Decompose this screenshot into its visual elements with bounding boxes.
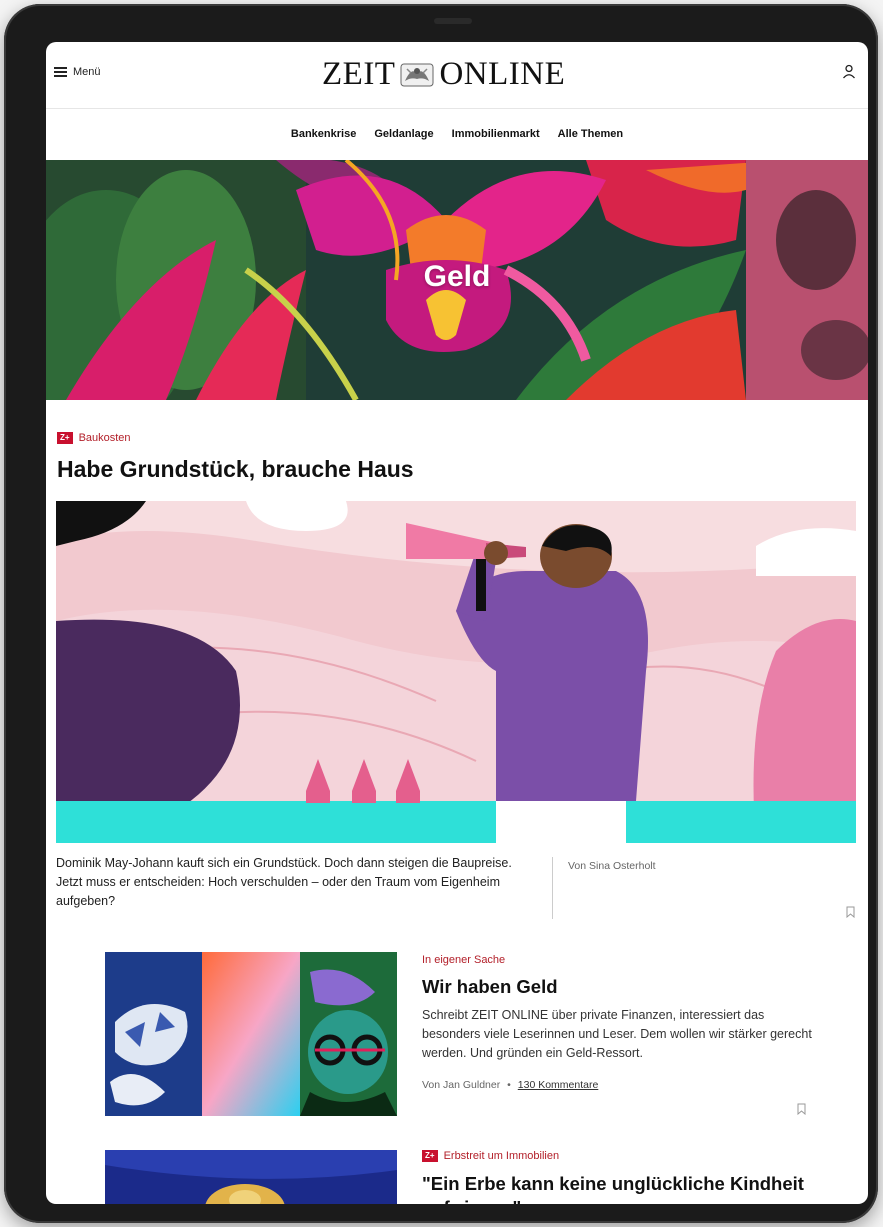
site-header: Menü ZEIT ONLINE	[46, 42, 868, 109]
divider	[552, 857, 553, 919]
bookmark-icon[interactable]	[797, 1103, 806, 1115]
menu-button[interactable]: Menü	[54, 66, 101, 78]
article-kicker: Z+ Erbstreit um Immobilien	[422, 1150, 559, 1162]
article-thumbnail[interactable]	[105, 952, 397, 1116]
logo-text-online: ONLINE	[439, 56, 566, 92]
account-icon[interactable]	[842, 64, 856, 80]
article-kicker-text: Erbstreit um Immobilien	[443, 1150, 560, 1162]
article-kicker: In eigener Sache	[422, 954, 505, 966]
nav-link-immobilienmarkt[interactable]: Immobilienmarkt	[452, 128, 540, 140]
article-kicker-text: In eigener Sache	[422, 954, 506, 966]
topic-nav: Bankenkrise Geldanlage Immobilienmarkt A…	[46, 108, 868, 160]
nav-link-geldanlage[interactable]: Geldanlage	[374, 128, 433, 140]
article-author: Von Jan Guldner	[422, 1079, 501, 1091]
zplus-badge: Z+	[422, 1150, 438, 1162]
lead-teaser: Dominik May-Johann kauft sich ein Grunds…	[56, 856, 512, 908]
logo-text-zeit: ZEIT	[322, 56, 396, 92]
hamburger-icon	[54, 67, 67, 77]
lead-headline[interactable]: Habe Grundstück, brauche Haus	[57, 456, 414, 483]
article-headline[interactable]: "Ein Erbe kann keine unglückliche Kindhe…	[422, 1172, 822, 1204]
comments-link[interactable]: 130 Kommentare	[518, 1079, 599, 1091]
zeit-online-logo[interactable]: ZEIT ONLINE	[322, 56, 565, 93]
lead-image[interactable]	[56, 501, 856, 843]
eagle-logo-icon	[400, 63, 434, 86]
section-hero: Geld	[46, 160, 868, 400]
thumbnail-image	[105, 1150, 397, 1204]
byline-separator: •	[507, 1079, 511, 1091]
article-thumbnail[interactable]	[105, 1150, 397, 1204]
tablet-frame: Menü ZEIT ONLINE Bankenkrise Geldanlage	[4, 4, 878, 1223]
nav-link-alle-themen[interactable]: Alle Themen	[558, 128, 623, 140]
zplus-badge: Z+	[57, 432, 73, 444]
thumbnail-collage	[105, 952, 397, 1116]
lead-byline: Von Sina Osterholt	[568, 860, 656, 872]
article-byline: Von Jan Guldner • 130 Kommentare	[422, 1079, 598, 1091]
lead-kicker-text: Baukosten	[78, 432, 131, 444]
menu-label: Menü	[73, 66, 101, 78]
article-headline[interactable]: Wir haben Geld	[422, 976, 558, 998]
section-title: Geld	[423, 260, 491, 293]
bookmark-icon[interactable]	[846, 906, 855, 918]
screen: Menü ZEIT ONLINE Bankenkrise Geldanlage	[46, 42, 868, 1204]
nav-link-bankenkrise[interactable]: Bankenkrise	[291, 128, 356, 140]
article-teaser: Schreibt ZEIT ONLINE über private Finanz…	[422, 1008, 812, 1060]
camera	[434, 18, 472, 24]
lead-kicker: Z+ Baukosten	[57, 432, 131, 444]
lead-illustration	[56, 501, 856, 843]
